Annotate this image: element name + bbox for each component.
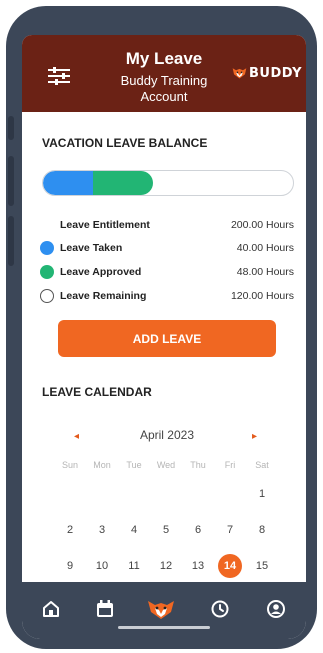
weekday-label: Fri [224, 460, 236, 470]
row-leave-taken: Leave Taken 40.00 Hours [40, 240, 294, 256]
weekday-label: Sat [255, 460, 269, 470]
weekday-label: Tue [126, 460, 142, 470]
account-line-2: Account [140, 89, 188, 104]
home-icon[interactable] [40, 598, 62, 620]
calendar-icon[interactable] [94, 598, 116, 620]
row-value: 200.00 Hours [230, 219, 294, 231]
home-indicator [118, 626, 210, 629]
row-leave-entitlement: Leave Entitlement 200.00 Hours [40, 217, 294, 233]
calendar-day[interactable]: 6 [182, 519, 214, 541]
row-label: Leave Taken [60, 242, 123, 254]
buddy-logo: BUDDY [232, 61, 302, 85]
calendar-month: April 2023 [139, 428, 195, 442]
calendar-day[interactable]: 1 [246, 483, 278, 505]
calendar-day[interactable]: 13 [182, 555, 214, 577]
page-title: My Leave [125, 49, 203, 68]
account-line-1: Buddy Training [120, 73, 208, 88]
clock-icon[interactable] [209, 598, 231, 620]
app-header: My Leave Buddy Training Account BUDDY [22, 35, 306, 112]
row-label: Leave Approved [60, 266, 142, 278]
calendar-day[interactable]: 8 [246, 519, 278, 541]
next-month-icon[interactable]: ▸ [252, 431, 257, 442]
logo-text: BUDDY [248, 65, 302, 81]
side-button [8, 116, 14, 140]
remaining-dot-icon [40, 289, 54, 303]
calendar-day[interactable]: 11 [118, 555, 150, 577]
row-value: 120.00 Hours [230, 290, 294, 302]
app-screen: My Leave Buddy Training Account BUDDY VA… [22, 35, 306, 639]
calendar-day[interactable]: 15 [246, 555, 278, 577]
row-leave-remaining: Leave Remaining 120.00 Hours [40, 288, 294, 304]
calendar-day[interactable]: 7 [214, 519, 246, 541]
side-button [8, 216, 14, 266]
red-panda-icon [232, 68, 247, 79]
weekday-label: Sun [61, 460, 78, 470]
section-title-calendar: LEAVE CALENDAR [42, 385, 152, 399]
side-button [8, 156, 14, 206]
calendar-day[interactable]: 10 [86, 555, 118, 577]
calendar-day[interactable]: 12 [150, 555, 182, 577]
row-value: 40.00 Hours [236, 242, 294, 254]
row-label: Leave Remaining [60, 290, 147, 302]
calendar-day[interactable]: 5 [150, 519, 182, 541]
weekday-label: Thu [190, 460, 206, 470]
calendar-day[interactable]: 3 [86, 519, 118, 541]
prev-month-icon[interactable]: ◂ [74, 431, 79, 442]
row-label: Leave Entitlement [60, 219, 150, 231]
bar-segment-taken [43, 171, 93, 195]
approved-dot-icon [40, 265, 54, 279]
row-leave-approved: Leave Approved 48.00 Hours [40, 264, 294, 280]
buddy-logo-icon[interactable] [146, 598, 176, 620]
calendar-day[interactable]: 9 [54, 555, 86, 577]
taken-dot-icon [40, 241, 54, 255]
bottom-nav [22, 582, 306, 639]
calendar-day[interactable]: 2 [54, 519, 86, 541]
weekday-label: Wed [156, 460, 176, 470]
bar-segment-approved [87, 171, 153, 195]
add-leave-button[interactable]: ADD LEAVE [58, 320, 276, 357]
row-value: 48.00 Hours [236, 266, 294, 278]
filter-icon[interactable] [48, 67, 70, 85]
account-name: Buddy Training Account [82, 73, 246, 105]
profile-icon[interactable] [265, 598, 287, 620]
calendar-day[interactable]: 4 [118, 519, 150, 541]
weekday-label: Mon [93, 460, 111, 470]
section-title-balance: VACATION LEAVE BALANCE [42, 136, 208, 150]
calendar-day-selected[interactable]: 14 [218, 554, 242, 578]
leave-balance-bar [42, 170, 294, 196]
